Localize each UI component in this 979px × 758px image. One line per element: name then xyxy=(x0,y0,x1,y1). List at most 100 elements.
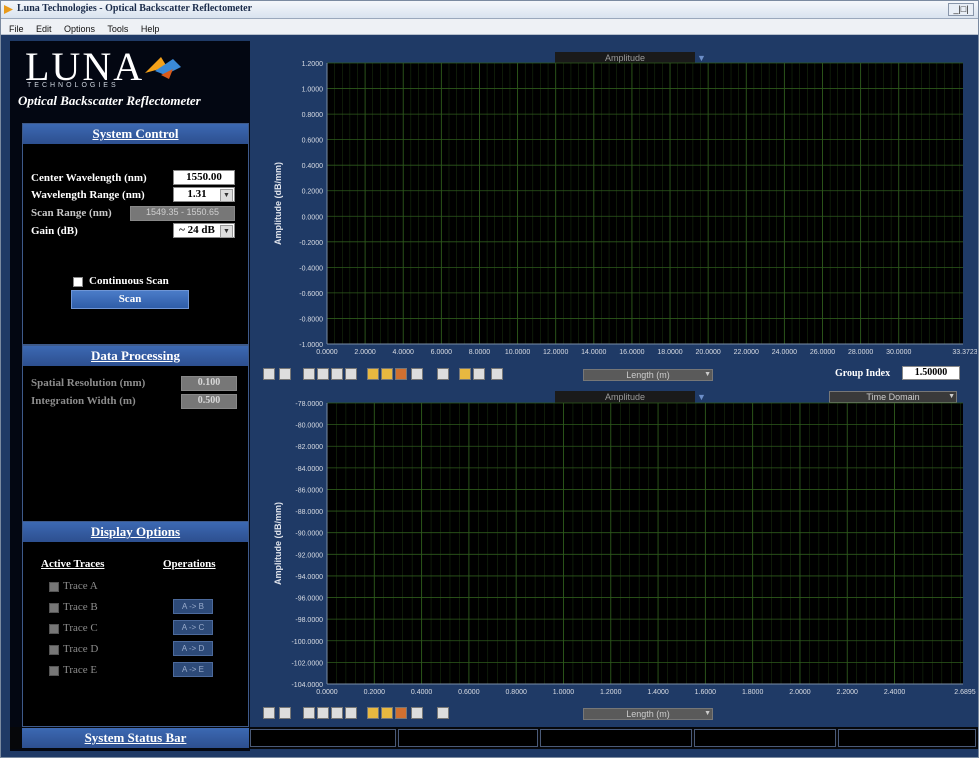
status-cell xyxy=(540,729,692,747)
crosshair-icon[interactable] xyxy=(411,368,423,380)
window-controls[interactable]: _|□| xyxy=(948,3,974,16)
y-tick-label: -94.0000 xyxy=(295,574,323,581)
app-subtitle: Optical Backscatter Reflectometer xyxy=(18,93,201,108)
trace-a-checkbox[interactable] xyxy=(49,582,59,592)
y-tick-label: 0.2000 xyxy=(302,189,324,196)
menu-tools[interactable]: Tools xyxy=(107,24,128,34)
zoom-icon[interactable] xyxy=(317,368,329,380)
x-tick-label: 1.0000 xyxy=(553,689,575,696)
group-index-input[interactable]: 1.50000 xyxy=(902,366,960,380)
marker-a-icon[interactable] xyxy=(367,368,379,380)
scale-icon[interactable] xyxy=(279,707,291,719)
trace-c-checkbox[interactable] xyxy=(49,624,59,634)
scan-button[interactable]: Scan xyxy=(71,290,189,309)
x-tick-label: 16.0000 xyxy=(619,349,644,356)
y-tick-label: -88.0000 xyxy=(295,509,323,516)
operations-label: Operations xyxy=(163,558,216,570)
continuous-scan-label: Continuous Scan xyxy=(89,275,169,287)
data-processing-section: Data Processing Spatial Resolution (mm) … xyxy=(22,345,249,523)
x-tick-label: 2.4000 xyxy=(884,689,906,696)
bottom-chart-panel: Amplitude ▼ Time Domain -78.0000-80.0000… xyxy=(257,387,977,725)
menu-options[interactable]: Options xyxy=(64,24,95,34)
bottom-chart[interactable]: -78.0000 -80.0000 -82.0000 -84.0000 -86.0000… xyxy=(257,401,977,701)
active-traces-label: Active Traces xyxy=(41,558,105,570)
copy-a-to-c-button[interactable]: A -> C xyxy=(173,620,213,635)
save-icon[interactable] xyxy=(437,707,449,719)
copy-a-to-d-button[interactable]: A -> D xyxy=(173,641,213,656)
marker-c-icon[interactable] xyxy=(395,368,407,380)
trace-c-label: Trace C xyxy=(63,622,98,634)
pan-icon[interactable] xyxy=(331,368,343,380)
y-tick-label: -102.0000 xyxy=(291,660,323,667)
system-control-section: System Control Center Wavelength (nm) 15… xyxy=(22,123,249,345)
x-tick-label: 24.0000 xyxy=(772,349,797,356)
y-tick-label: -0.6000 xyxy=(299,291,323,298)
data-processing-header: Data Processing xyxy=(23,346,248,366)
marker-icon[interactable] xyxy=(345,368,357,380)
x-tick-label: 0.0000 xyxy=(316,689,338,696)
menu-help[interactable]: Help xyxy=(141,24,160,34)
zoom-fit-icon[interactable] xyxy=(263,368,275,380)
plot-area xyxy=(327,403,963,684)
x-tick-label: 8.0000 xyxy=(469,349,491,356)
status-cell xyxy=(838,729,976,747)
gain-select[interactable]: ~ 24 dB xyxy=(173,223,235,238)
top-chart-toolbar xyxy=(263,368,553,382)
save-icon[interactable] xyxy=(491,368,503,380)
zoom-fit-icon[interactable] xyxy=(263,707,275,719)
menu-edit[interactable]: Edit xyxy=(36,24,52,34)
x-tick-label: 2.0000 xyxy=(354,349,376,356)
x-end-label: 2.6895 xyxy=(954,689,976,696)
cursor-icon[interactable] xyxy=(303,368,315,380)
scale-icon[interactable] xyxy=(279,368,291,380)
zoom-icon[interactable] xyxy=(317,707,329,719)
y-tick-label: -86.0000 xyxy=(295,487,323,494)
display-options-section: Display Options Active Traces Operations… xyxy=(22,521,249,727)
integration-width-label: Integration Width (m) xyxy=(31,395,136,407)
x-tick-label: 22.0000 xyxy=(734,349,759,356)
trace-d-checkbox[interactable] xyxy=(49,645,59,655)
trace-b-checkbox[interactable] xyxy=(49,603,59,613)
marker-b-icon[interactable] xyxy=(381,368,393,380)
wavelength-range-select[interactable]: 1.31 xyxy=(173,187,235,202)
y-tick-label: -96.0000 xyxy=(295,596,323,603)
trace-b-label: Trace B xyxy=(63,601,98,613)
x-tick-label: 4.0000 xyxy=(393,349,415,356)
integration-width-value: 0.500 xyxy=(181,394,237,409)
copy-a-to-b-button[interactable]: A -> B xyxy=(173,599,213,614)
top-x-axis-select[interactable]: Length (m) xyxy=(583,369,713,381)
crosshair-icon[interactable] xyxy=(411,707,423,719)
x-tick-label: 6.0000 xyxy=(431,349,453,356)
pan-icon[interactable] xyxy=(331,707,343,719)
gain-label: Gain (dB) xyxy=(31,225,78,237)
bar-icon[interactable] xyxy=(459,368,471,380)
luna-logo: LUNA TECHNOLOGIES xyxy=(25,44,225,89)
copy-a-to-e-button[interactable]: A -> E xyxy=(173,662,213,677)
copy-icon[interactable] xyxy=(473,368,485,380)
status-bar-label: System Status Bar xyxy=(22,728,249,748)
y-tick-label: -80.0000 xyxy=(295,423,323,430)
marker-c-icon[interactable] xyxy=(395,707,407,719)
y-tick-label: -92.0000 xyxy=(295,552,323,559)
plot-area xyxy=(327,63,963,344)
bottom-chart-toolbar xyxy=(263,707,503,721)
continuous-scan-checkbox[interactable] xyxy=(73,277,83,287)
wavelength-range-label: Wavelength Range (nm) xyxy=(31,189,145,201)
peak-icon[interactable] xyxy=(437,368,449,380)
app-window: Luna Technologies - Optical Backscatter … xyxy=(0,0,979,758)
status-cell xyxy=(250,729,396,747)
y-tick-label: -100.0000 xyxy=(291,639,323,646)
trace-e-checkbox[interactable] xyxy=(49,666,59,676)
marker-b-icon[interactable] xyxy=(381,707,393,719)
x-tick-label: 28.0000 xyxy=(848,349,873,356)
marker-a-icon[interactable] xyxy=(367,707,379,719)
y-axis-title: Amplitude (dB/mm) xyxy=(273,162,283,245)
top-chart[interactable]: 1.2000 1.0000 0.8000 0.6000 0.4000 0.2000 0.00… xyxy=(257,61,977,361)
marker-icon[interactable] xyxy=(345,707,357,719)
y-tick-label: -82.0000 xyxy=(295,444,323,451)
x-tick-label: 0.0000 xyxy=(316,349,338,356)
cursor-icon[interactable] xyxy=(303,707,315,719)
bottom-x-axis-select[interactable]: Length (m) xyxy=(583,708,713,720)
center-wavelength-input[interactable]: 1550.00 xyxy=(173,170,235,185)
menu-file[interactable]: File xyxy=(9,24,24,34)
